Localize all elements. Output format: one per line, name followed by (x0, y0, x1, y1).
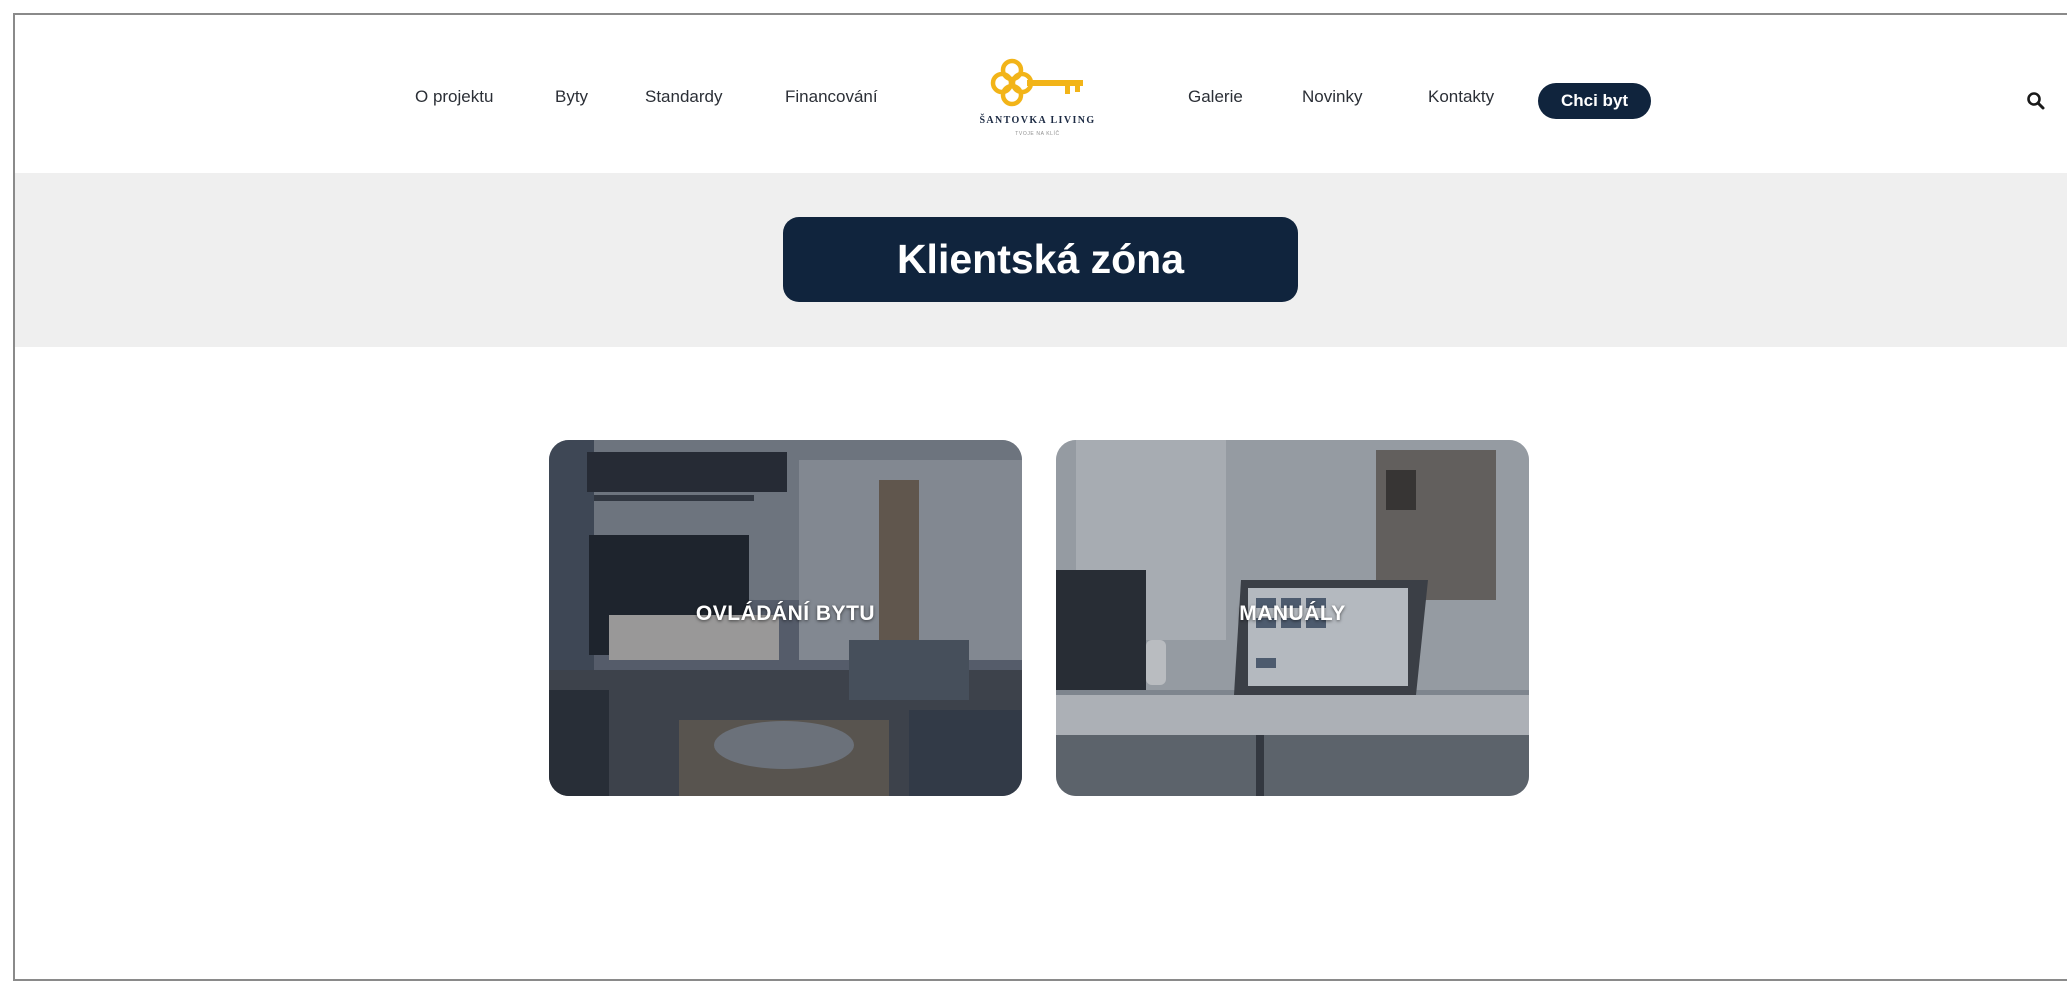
nav-kontakty[interactable]: Kontakty (1428, 87, 1494, 107)
nav-novinky[interactable]: Novinky (1302, 87, 1362, 107)
nav-byty[interactable]: Byty (555, 87, 588, 107)
card-label-manualy: MANUÁLY (1239, 602, 1346, 625)
page-title: Klientská zóna (783, 217, 1298, 302)
chci-byt-button[interactable]: Chci byt (1538, 83, 1651, 119)
logo-tagline: TVOJE NA KLÍČ (1015, 131, 1060, 137)
site-logo[interactable]: ŠANTOVKA LIVING TVOJE NA KLÍČ (965, 55, 1110, 147)
card-manualy[interactable]: MANUÁLY (1056, 440, 1529, 796)
nav-o-projektu[interactable]: O projektu (415, 87, 493, 107)
card-ovladani-bytu[interactable]: OVLÁDÁNÍ BYTU (549, 440, 1022, 796)
search-icon[interactable] (2026, 91, 2046, 111)
nav-galerie[interactable]: Galerie (1188, 87, 1243, 107)
nav-standardy[interactable]: Standardy (645, 87, 723, 107)
key-icon (990, 58, 1083, 107)
card-label-ovladani-bytu: OVLÁDÁNÍ BYTU (695, 602, 876, 625)
nav-financovani[interactable]: Financování (785, 87, 878, 107)
logo-name: ŠANTOVKA LIVING (979, 115, 1096, 126)
